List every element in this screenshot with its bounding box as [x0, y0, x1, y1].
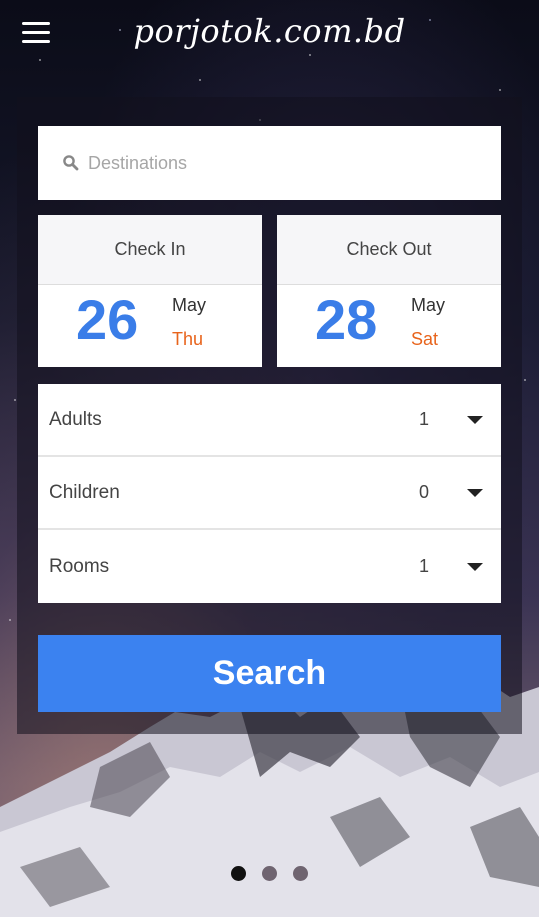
rooms-select[interactable]: Rooms 1	[38, 530, 501, 603]
caret-down-icon	[467, 488, 483, 497]
top-bar: porjotok.com.bd	[0, 0, 539, 66]
guest-selector: Adults 1 Children 0 Rooms 1	[38, 384, 501, 603]
adults-select[interactable]: Adults 1	[38, 384, 501, 457]
children-label: Children	[49, 481, 120, 503]
caret-down-icon	[467, 562, 483, 571]
check-out-day: 28	[315, 288, 378, 351]
check-in-weekday: Thu	[172, 329, 204, 349]
check-out-card[interactable]: Check Out 28 May Sat	[277, 215, 501, 367]
adults-value: 1	[419, 409, 430, 429]
adults-label: Adults	[49, 408, 102, 430]
pager-dot-2[interactable]	[262, 866, 277, 881]
check-out-label: Check Out	[277, 215, 501, 285]
check-in-card[interactable]: Check In 26 May Thu	[38, 215, 262, 367]
rooms-value: 1	[419, 556, 430, 576]
search-icon	[63, 155, 79, 171]
children-value: 0	[419, 482, 430, 502]
pager-dot-3[interactable]	[293, 866, 308, 881]
caret-down-icon	[467, 415, 483, 424]
check-out-month: May	[411, 295, 446, 315]
check-in-label: Check In	[38, 215, 262, 285]
check-out-date: 28 May Sat	[277, 285, 501, 367]
carousel-pager	[0, 866, 539, 881]
check-in-day: 26	[76, 288, 139, 351]
check-out-weekday: Sat	[411, 329, 439, 349]
children-select[interactable]: Children 0	[38, 457, 501, 530]
site-title: porjotok.com.bd	[133, 12, 406, 50]
check-in-month: May	[172, 295, 207, 315]
search-button[interactable]: Search	[38, 635, 501, 712]
rooms-label: Rooms	[49, 555, 110, 577]
destination-field[interactable]	[38, 126, 501, 200]
check-in-date: 26 May Thu	[38, 285, 262, 367]
destination-input[interactable]	[88, 152, 468, 174]
pager-dot-1[interactable]	[231, 866, 246, 881]
